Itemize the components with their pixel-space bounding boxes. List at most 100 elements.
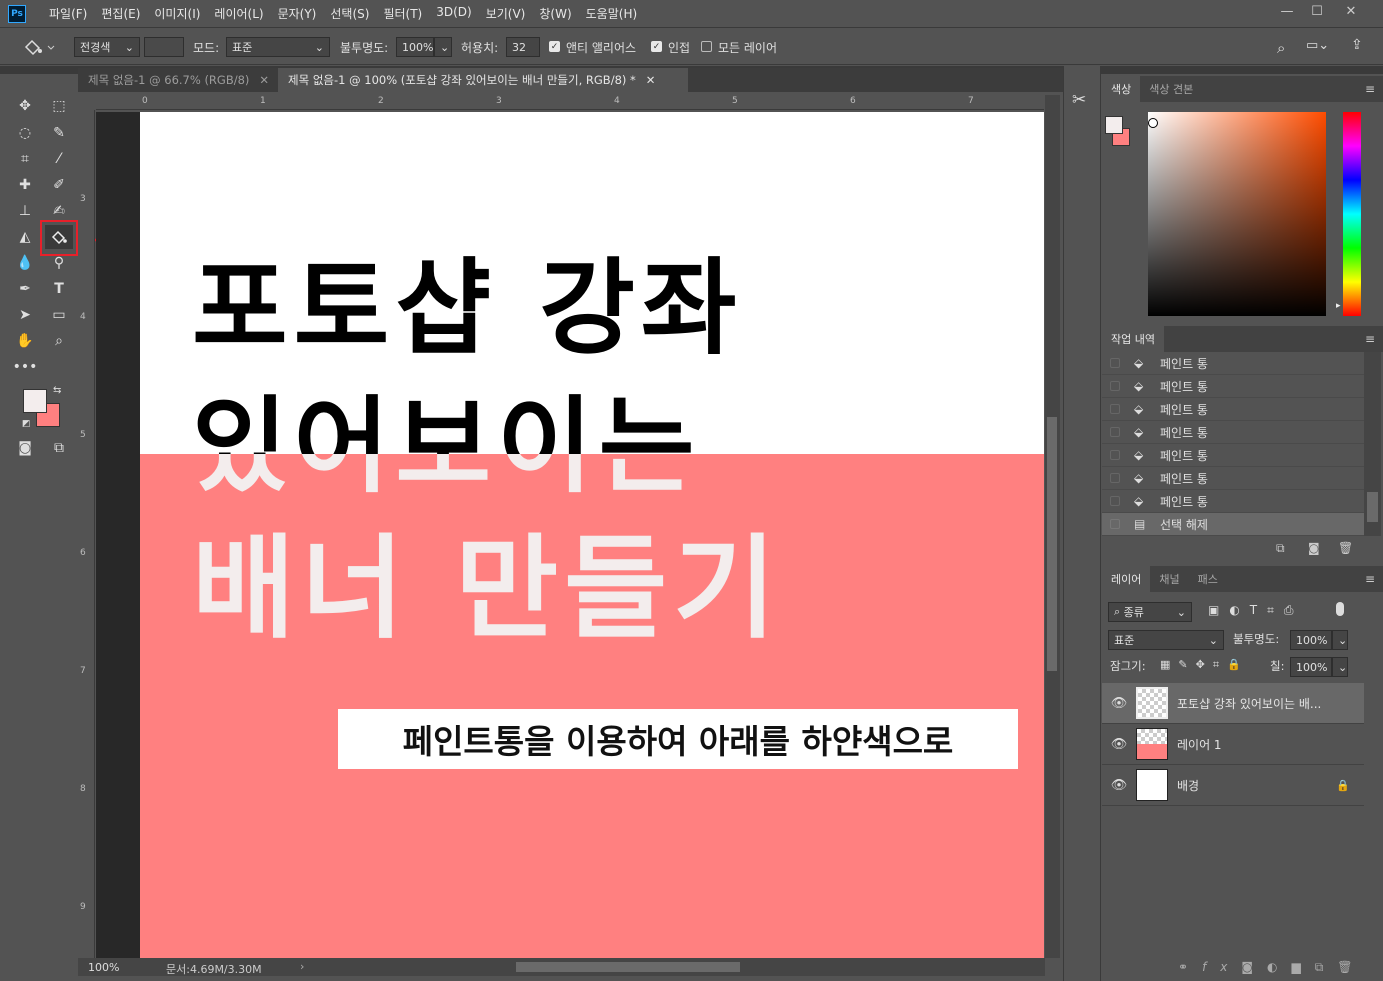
history-scroll-thumb[interactable]: [1367, 492, 1378, 522]
color-field[interactable]: [1148, 112, 1326, 316]
eyedropper-tool-icon[interactable]: ⁄: [45, 147, 73, 171]
lock-icons[interactable]: ▦✎✥⌗🔒: [1160, 658, 1249, 672]
swap-colors-icon[interactable]: ⇆: [53, 385, 61, 396]
history-scrollbar[interactable]: [1364, 352, 1381, 536]
document-canvas[interactable]: 포토샵 강좌 있어보이는 있어보이는 배너 만들기 페인트통을 이용하여 아래를…: [140, 112, 1044, 958]
eye-icon[interactable]: 👁: [1102, 696, 1136, 711]
zoom-tool-icon[interactable]: ⌕: [45, 329, 73, 353]
stamp-tool-icon[interactable]: ⊥: [11, 199, 39, 223]
menu-window[interactable]: 창(W): [532, 5, 578, 22]
workspace-icon[interactable]: ▭⌄: [1306, 38, 1329, 53]
hue-slider[interactable]: [1343, 112, 1361, 316]
layer-row-layer1[interactable]: 👁 레이어 1: [1102, 724, 1364, 765]
eye-icon[interactable]: 👁: [1102, 737, 1136, 752]
trash-icon[interactable]: 🗑: [1338, 541, 1353, 555]
history-item[interactable]: ⬙ 페인트 통: [1102, 467, 1364, 490]
move-tool-icon[interactable]: ✥: [11, 94, 39, 118]
tab-channels[interactable]: 채널: [1150, 566, 1188, 592]
history-item[interactable]: ⬙ 페인트 통: [1102, 444, 1364, 467]
tool-presets-icon[interactable]: ✂: [1072, 90, 1086, 110]
maximize-icon[interactable]: ☐: [1302, 0, 1332, 22]
marquee-tool-icon[interactable]: ⬚: [45, 94, 73, 118]
search-icon[interactable]: ⌕: [1277, 39, 1285, 57]
close-tab-icon[interactable]: ✕: [259, 73, 269, 87]
tolerance-input[interactable]: 32: [506, 37, 540, 57]
close-tab-icon[interactable]: ✕: [646, 73, 656, 87]
tab-swatches[interactable]: 색상 견본: [1140, 76, 1202, 102]
pen-tool-icon[interactable]: ✒: [11, 277, 39, 301]
vertical-scrollbar[interactable]: [1045, 95, 1060, 958]
eye-icon[interactable]: 👁: [1102, 778, 1136, 793]
panel-menu-icon[interactable]: ≡: [1365, 572, 1375, 586]
filter-toggle[interactable]: [1336, 602, 1344, 616]
menu-type[interactable]: 문자(Y): [271, 5, 324, 22]
menu-3d[interactable]: 3D(D): [429, 5, 478, 22]
layer-row-text[interactable]: 👁 포토샵 강좌 있어보이는 배...: [1102, 683, 1364, 724]
healing-brush-icon[interactable]: ✚: [11, 173, 39, 197]
screen-mode-icon[interactable]: ⧉: [45, 436, 73, 460]
hand-tool-icon[interactable]: ✋: [11, 329, 39, 353]
quick-mask-icon[interactable]: ◙: [11, 436, 39, 460]
all-layers-checkbox[interactable]: [701, 41, 712, 52]
menu-view[interactable]: 보기(V): [479, 5, 533, 22]
history-item[interactable]: ⬙ 페인트 통: [1102, 490, 1364, 513]
history-item[interactable]: ⬙ 페인트 통: [1102, 421, 1364, 444]
menu-file[interactable]: 파일(F): [42, 5, 94, 22]
fill-input[interactable]: 100%: [1290, 657, 1332, 677]
layer-row-background[interactable]: 👁 배경 🔒: [1102, 765, 1364, 806]
new-document-from-state-icon[interactable]: ⧉: [1276, 541, 1285, 556]
tab-document-1[interactable]: 제목 없음-1 @ 66.7% (RGB/8) ✕: [78, 68, 276, 92]
menu-edit[interactable]: 편집(E): [94, 5, 147, 22]
crop-tool-icon[interactable]: ⌗: [11, 147, 39, 171]
tab-paths[interactable]: 패스: [1189, 566, 1227, 592]
hue-slider-handle[interactable]: ▸: [1336, 301, 1341, 311]
paint-bucket-tool-icon[interactable]: [45, 225, 73, 249]
panel-menu-icon[interactable]: ≡: [1365, 82, 1375, 96]
color-picker-handle[interactable]: [1148, 118, 1158, 128]
history-item[interactable]: ⬙ 페인트 통: [1102, 398, 1364, 421]
pattern-select[interactable]: [144, 37, 184, 57]
color-panel-fg-swatch[interactable]: [1105, 116, 1123, 134]
status-arrow-icon[interactable]: ›: [300, 960, 304, 973]
blend-mode-select[interactable]: 표준 ⌄: [1108, 630, 1224, 650]
layer-filter-select[interactable]: ⌕ 종류 ⌄: [1108, 602, 1192, 622]
fill-source-select[interactable]: 전경색 ⌄: [74, 37, 140, 57]
close-icon[interactable]: ✕: [1336, 0, 1366, 22]
menu-layer[interactable]: 레이어(L): [207, 5, 270, 22]
brush-tool-icon[interactable]: ✐: [45, 173, 73, 197]
snapshot-icon[interactable]: ◙: [1308, 541, 1320, 555]
contiguous-checkbox[interactable]: ✓: [651, 41, 662, 52]
layer-opacity-input[interactable]: 100%: [1290, 630, 1332, 650]
share-icon[interactable]: ⇪: [1351, 37, 1363, 53]
menu-select[interactable]: 선택(S): [323, 5, 376, 22]
type-tool-icon[interactable]: T: [45, 277, 73, 301]
horizontal-scroll-thumb[interactable]: [516, 962, 740, 972]
path-select-icon[interactable]: ➤: [11, 303, 39, 327]
more-tools-icon[interactable]: •••: [11, 355, 39, 379]
paint-bucket-preset-icon[interactable]: [22, 37, 56, 60]
rectangle-tool-icon[interactable]: ▭: [45, 303, 73, 327]
menu-help[interactable]: 도움말(H): [579, 5, 645, 22]
mode-select[interactable]: 표준 ⌄: [226, 37, 330, 57]
layer-filter-icons[interactable]: ▣◐T⌗⎙: [1208, 603, 1304, 618]
zoom-level[interactable]: 100%: [88, 961, 119, 974]
layer-opacity-dropdown[interactable]: ⌄: [1332, 630, 1348, 650]
dodge-tool-icon[interactable]: ⚲: [45, 251, 73, 275]
opacity-input[interactable]: 100%: [396, 37, 434, 57]
tab-history[interactable]: 작업 내역: [1102, 326, 1164, 352]
panel-menu-icon[interactable]: ≡: [1365, 332, 1375, 346]
eraser-tool-icon[interactable]: ◭: [11, 225, 39, 249]
blur-tool-icon[interactable]: 💧: [11, 251, 39, 275]
vertical-scroll-thumb[interactable]: [1047, 417, 1057, 671]
history-item[interactable]: ⬙ 페인트 통: [1102, 352, 1364, 375]
tab-document-2[interactable]: 제목 없음-1 @ 100% (포토샵 강좌 있어보이는 배너 만들기, RGB…: [278, 68, 688, 92]
layer-footer-icons[interactable]: ⚭fx◙◐▆⧉🗑: [1178, 960, 1367, 975]
foreground-color-swatch[interactable]: [23, 389, 47, 413]
tab-color[interactable]: 색상: [1102, 76, 1141, 102]
default-colors-icon[interactable]: ◩: [22, 419, 31, 429]
menu-image[interactable]: 이미지(I): [147, 5, 207, 22]
history-item-active[interactable]: ▤ 선택 해제: [1102, 513, 1364, 536]
quick-select-tool-icon[interactable]: ✎: [45, 121, 73, 145]
fill-dropdown[interactable]: ⌄: [1332, 657, 1348, 677]
lasso-tool-icon[interactable]: ◌: [11, 121, 39, 145]
